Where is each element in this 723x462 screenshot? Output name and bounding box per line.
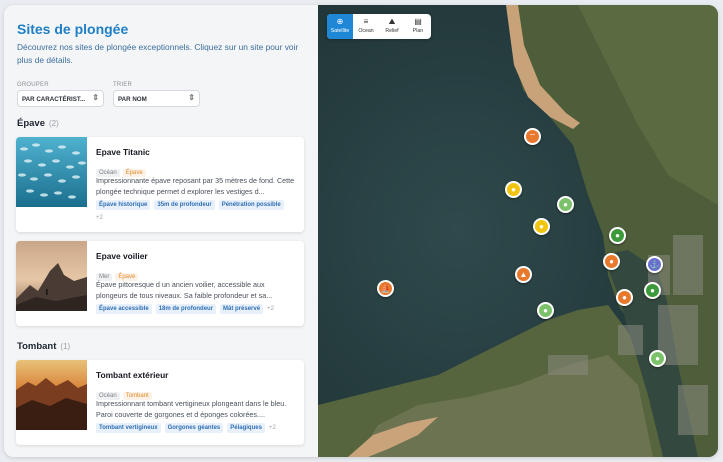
feature-chip: Épave accessible — [96, 304, 152, 314]
site-card-epave-voilier[interactable]: Epave voilier Mer Épave Épave pittoresque… — [16, 241, 304, 326]
feature-chip: Tombant vertigineux — [96, 423, 161, 433]
site-card-epave-titanic[interactable]: Epave Titanic Océan Épave Impressionnante… — [16, 137, 304, 232]
site-thumbnail — [16, 241, 87, 311]
dive-site-marker[interactable]: ● — [644, 282, 661, 299]
sort-by-select[interactable]: PAR NOM ⇕ — [113, 90, 200, 107]
group-count: (2) — [49, 119, 59, 128]
feature-chip: Mât préservé — [220, 304, 264, 314]
dive-site-marker[interactable]: ● — [609, 227, 626, 244]
dive-site-marker[interactable]: ● — [505, 181, 522, 198]
mountain-icon: ⛰ — [388, 17, 396, 26]
panel-description: Découvrez nos sites de plongée exception… — [17, 42, 299, 65]
dive-site-marker-wreck[interactable]: ⛵ — [377, 280, 394, 297]
dive-site-marker[interactable]: ● — [537, 302, 554, 319]
group-by-label: GROUPER — [17, 82, 49, 88]
sites-panel: Sites de plongée Découvrez nos sites de … — [4, 5, 318, 457]
group-by-value: PAR CARACTÉRIST... — [22, 96, 86, 103]
layer-ocean-button[interactable]: ≡ Ocean — [353, 14, 379, 39]
layer-label: Ocean — [358, 28, 374, 34]
dive-site-marker[interactable]: ● — [557, 196, 574, 213]
dive-site-marker[interactable]: ● — [603, 253, 620, 270]
site-name: Epave voilier — [96, 251, 148, 261]
feature-chip: Pénétration possible — [218, 200, 284, 210]
layer-plan-button[interactable]: ▤ Plan — [405, 14, 431, 39]
layer-relief-button[interactable]: ⛰ Relief — [379, 14, 405, 39]
satellite-imagery — [318, 5, 718, 457]
site-description: Impressionnante épave reposant par 35 mè… — [96, 176, 295, 196]
more-features-count: +2 — [267, 306, 274, 312]
feature-chip: 18m de profondeur — [155, 304, 217, 314]
site-thumbnail — [16, 137, 87, 207]
dive-site-marker[interactable]: ● — [616, 289, 633, 306]
site-card-tombant-exterieur[interactable]: Tombant extérieur Océan Tombant Impressio… — [16, 360, 304, 445]
site-name: Tombant extérieur — [96, 370, 169, 380]
feature-chip: Épave historique — [96, 200, 151, 210]
app-window: Sites de plongée Découvrez nos sites de … — [4, 5, 718, 457]
site-thumbnail — [16, 360, 87, 430]
dive-site-marker[interactable]: ● — [533, 218, 550, 235]
feature-chip: Pélagiques — [227, 423, 265, 433]
chevron-updown-icon: ⇕ — [188, 93, 195, 102]
feature-chip: 35m de profondeur — [154, 200, 215, 210]
sort-by-label: TRIER — [113, 82, 132, 88]
panel-title: Sites de plongée — [17, 21, 129, 37]
group-by-select[interactable]: PAR CARACTÉRIST... ⇕ — [17, 90, 104, 107]
dive-site-marker-wreck[interactable]: ⌔ — [524, 128, 541, 145]
dive-site-marker[interactable]: ● — [649, 350, 666, 367]
group-name: Tombant — [17, 341, 57, 352]
group-header-epave: Épave (2) — [17, 118, 59, 129]
dive-site-marker-wreck[interactable]: ▲ — [515, 266, 532, 283]
waves-icon: ≡ — [363, 17, 369, 26]
map-layer-toolbar: ⊕ Satellite ≡ Ocean ⛰ Relief ▤ Plan — [327, 14, 431, 39]
sort-by-value: PAR NOM — [118, 96, 147, 103]
layer-label: Relief — [385, 28, 399, 34]
site-description: Épave pittoresque d un ancien voilier, a… — [96, 280, 273, 300]
map-icon: ▤ — [414, 17, 422, 26]
more-features-count: +2 — [96, 215, 103, 221]
chevron-updown-icon: ⇕ — [92, 93, 99, 102]
group-count: (1) — [60, 342, 71, 351]
more-features-count: +2 — [268, 425, 276, 431]
map-view[interactable]: ⌔ ● ● ● ● ● ⚓ ▲ ● ⛵ ● ● ● ⊕ Satellite ≡ Oc… — [318, 5, 718, 457]
group-header-tombant: Tombant (1) — [17, 341, 70, 352]
site-name: Epave Titanic — [96, 147, 150, 157]
group-name: Épave — [17, 118, 45, 129]
layer-satellite-button[interactable]: ⊕ Satellite — [327, 14, 353, 39]
layer-label: Satellite — [330, 28, 350, 34]
anchor-marker-icon[interactable]: ⚓ — [646, 256, 663, 273]
layer-label: Plan — [412, 28, 424, 34]
globe-icon: ⊕ — [336, 17, 344, 26]
site-description: Impressionnant tombant vertigineux plong… — [96, 399, 287, 419]
feature-chip: Gorgones géantes — [164, 423, 224, 433]
